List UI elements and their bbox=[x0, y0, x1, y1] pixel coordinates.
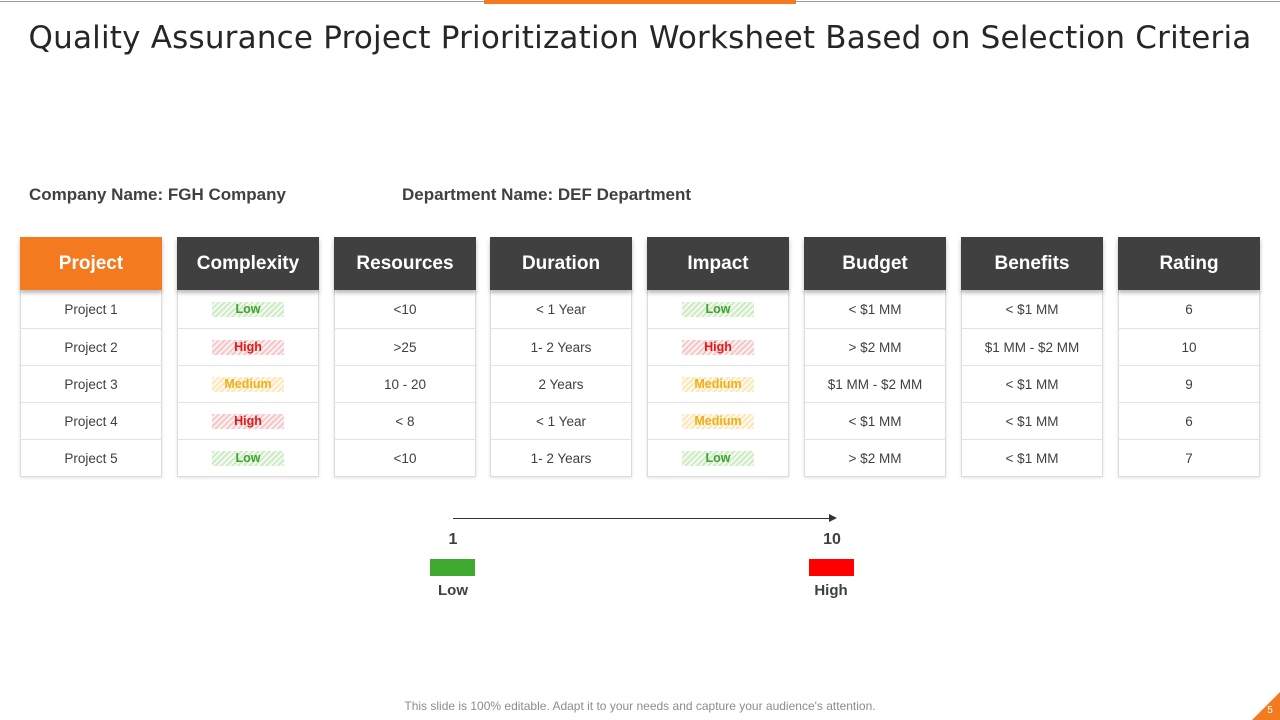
table-cell: Project 5 bbox=[21, 439, 161, 476]
department-name: Department Name: DEF Department bbox=[402, 185, 692, 204]
header-benefits: Benefits bbox=[961, 237, 1103, 290]
table-cell: Low bbox=[178, 290, 318, 328]
table-cell: 6 bbox=[1185, 301, 1193, 317]
header-duration: Duration bbox=[490, 237, 632, 290]
column-body: < $1 MM > $2 MM $1 MM - $2 MM < $1 MM > … bbox=[804, 290, 946, 477]
column-benefits: Benefits < $1 MM $1 MM - $2 MM < $1 MM <… bbox=[961, 237, 1103, 477]
level-tag: Low bbox=[212, 450, 284, 466]
header-complexity: Complexity bbox=[177, 237, 319, 290]
scale-low-swatch bbox=[430, 559, 475, 576]
header-impact: Impact bbox=[647, 237, 789, 290]
level-tag: Low bbox=[682, 450, 754, 466]
column-body: Project 1 Project 2 Project 3 Project 4 … bbox=[20, 290, 162, 477]
table-cell: Low bbox=[178, 439, 318, 476]
level-tag: High bbox=[682, 339, 754, 355]
company-name: Company Name: FGH Company bbox=[29, 185, 286, 204]
table-cell: $1 MM - $2 MM bbox=[805, 365, 945, 402]
table-cell: < 1 Year bbox=[491, 402, 631, 439]
level-tag: Medium bbox=[212, 376, 284, 392]
table-cell: Medium bbox=[648, 402, 788, 439]
table-cell: > $2 MM bbox=[805, 439, 945, 476]
scale-arrow-line bbox=[453, 518, 833, 519]
table-cell: High bbox=[178, 328, 318, 365]
footer-note: This slide is 100% editable. Adapt it to… bbox=[404, 699, 876, 713]
page-number: 5 bbox=[1267, 705, 1273, 716]
header-resources: Resources bbox=[334, 237, 476, 290]
scale-min-label: Low bbox=[438, 582, 468, 599]
table-cell: High bbox=[178, 402, 318, 439]
table-cell: < 8 bbox=[335, 402, 475, 439]
level-tag: Medium bbox=[682, 413, 754, 429]
column-body: < $1 MM $1 MM - $2 MM < $1 MM < $1 MM < … bbox=[961, 290, 1103, 477]
table-cell: Project 3 bbox=[21, 365, 161, 402]
table-cell: Project 2 bbox=[21, 328, 161, 365]
column-resources: Resources <10 >25 10 - 20 < 8 <10 bbox=[334, 237, 476, 477]
table-cell: Medium bbox=[648, 365, 788, 402]
column-duration: Duration < 1 Year 1- 2 Years 2 Years < 1… bbox=[490, 237, 632, 477]
table-cell: 1- 2 Years bbox=[491, 328, 631, 365]
table-cell: $1 MM - $2 MM bbox=[962, 328, 1102, 365]
table-cell: <10 bbox=[393, 301, 417, 317]
column-impact: Impact Low High Medium Medium Low bbox=[647, 237, 789, 477]
table-cell: 1- 2 Years bbox=[491, 439, 631, 476]
table-cell: < $1 MM bbox=[805, 402, 945, 439]
scale-max-label: High bbox=[814, 582, 848, 599]
column-rating: Rating 6 10 9 6 7 bbox=[1118, 237, 1260, 477]
table-cell: < $1 MM bbox=[848, 301, 902, 317]
table-cell: High bbox=[648, 328, 788, 365]
level-tag: High bbox=[212, 339, 284, 355]
column-body: 6 10 9 6 7 bbox=[1118, 290, 1260, 477]
top-accent-bar bbox=[484, 0, 796, 4]
level-tag: Low bbox=[682, 301, 754, 317]
slide-title: Quality Assurance Project Prioritization… bbox=[28, 20, 1252, 56]
table-cell: Medium bbox=[178, 365, 318, 402]
scale-high-swatch bbox=[809, 559, 854, 576]
table-cell: < $1 MM bbox=[1005, 301, 1059, 317]
table-cell: < $1 MM bbox=[962, 402, 1102, 439]
column-body: < 1 Year 1- 2 Years 2 Years < 1 Year 1- … bbox=[490, 290, 632, 477]
table-cell: Project 4 bbox=[21, 402, 161, 439]
table-cell: Low bbox=[648, 439, 788, 476]
column-project: Project Project 1 Project 2 Project 3 Pr… bbox=[20, 237, 162, 477]
table-cell: < $1 MM bbox=[962, 439, 1102, 476]
level-tag: High bbox=[212, 413, 284, 429]
table-cell: < $1 MM bbox=[962, 365, 1102, 402]
level-tag: Low bbox=[212, 301, 284, 317]
column-body: <10 >25 10 - 20 < 8 <10 bbox=[334, 290, 476, 477]
table-cell: Project 1 bbox=[64, 301, 118, 317]
table-cell: 7 bbox=[1119, 439, 1259, 476]
table-cell: Low bbox=[648, 290, 788, 328]
table-cell: < 1 Year bbox=[536, 301, 586, 317]
scale-min-value: 1 bbox=[448, 531, 458, 548]
arrow-right-icon bbox=[829, 514, 837, 522]
header-rating: Rating bbox=[1118, 237, 1260, 290]
scale-max-value: 10 bbox=[823, 531, 841, 548]
table-cell: 6 bbox=[1119, 402, 1259, 439]
table-cell: 2 Years bbox=[491, 365, 631, 402]
table-cell: >25 bbox=[335, 328, 475, 365]
table-cell: <10 bbox=[335, 439, 475, 476]
column-body: Low High Medium High Low bbox=[177, 290, 319, 477]
table-cell: 10 - 20 bbox=[335, 365, 475, 402]
level-tag: Medium bbox=[682, 376, 754, 392]
column-body: Low High Medium Medium Low bbox=[647, 290, 789, 477]
table-cell: > $2 MM bbox=[805, 328, 945, 365]
header-budget: Budget bbox=[804, 237, 946, 290]
table-cell: 10 bbox=[1119, 328, 1259, 365]
header-project: Project bbox=[20, 237, 162, 290]
column-complexity: Complexity Low High Medium High Low bbox=[177, 237, 319, 477]
table-cell: 9 bbox=[1119, 365, 1259, 402]
column-budget: Budget < $1 MM > $2 MM $1 MM - $2 MM < $… bbox=[804, 237, 946, 477]
